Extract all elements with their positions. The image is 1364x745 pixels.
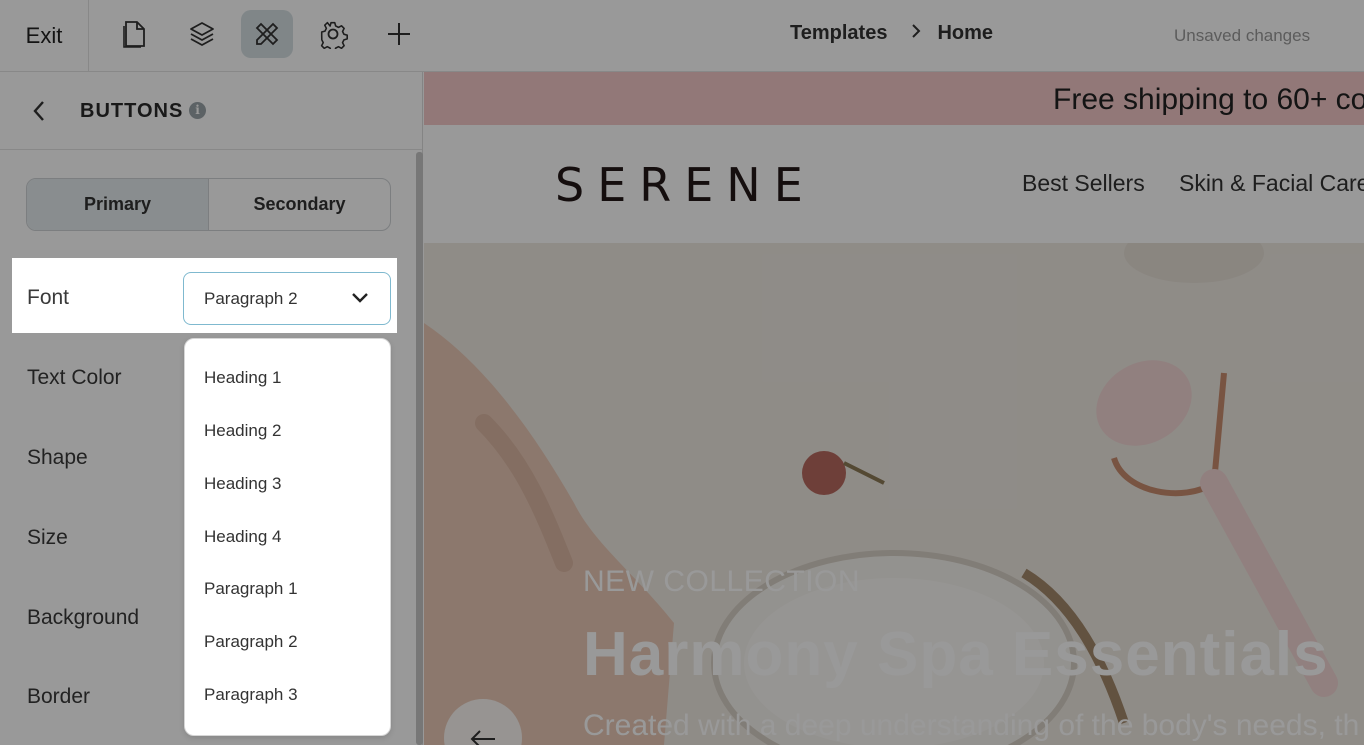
sidebar-header: BUTTONS i xyxy=(0,72,422,150)
chevron-right-icon xyxy=(911,22,921,45)
tab-primary[interactable]: Primary xyxy=(27,179,209,230)
font-option-paragraph-1[interactable]: Paragraph 1 xyxy=(185,565,390,615)
font-option-paragraph-3[interactable]: Paragraph 3 xyxy=(185,671,390,721)
font-option-heading-1[interactable]: Heading 1 xyxy=(185,354,390,404)
font-dropdown-menu: Heading 1 Heading 2 Heading 3 Heading 4 … xyxy=(184,338,391,736)
button-type-toggle: Primary Secondary xyxy=(26,178,391,231)
arrow-left-icon xyxy=(470,730,495,745)
background-label: Background xyxy=(27,606,140,629)
hero-title: Harmony Spa Essentials xyxy=(583,620,1329,689)
tab-secondary[interactable]: Secondary xyxy=(209,179,390,230)
save-status: Unsaved changes xyxy=(1174,26,1311,45)
exit-button[interactable]: Exit xyxy=(0,0,89,71)
layers-icon[interactable] xyxy=(176,10,228,58)
chevron-down-icon xyxy=(352,293,368,303)
text-color-label: Text Color xyxy=(27,366,122,389)
size-label: Size xyxy=(27,526,68,549)
plus-icon[interactable] xyxy=(373,10,425,58)
site-header: SERENE Best Sellers Skin & Facial Care xyxy=(424,125,1364,243)
back-chevron-icon[interactable] xyxy=(27,98,53,124)
font-select-value: Paragraph 2 xyxy=(204,289,298,308)
font-label: Font xyxy=(27,286,70,309)
scrollbar[interactable] xyxy=(416,152,423,745)
font-select[interactable]: Paragraph 2 xyxy=(183,272,391,325)
hero-eyebrow: NEW COLLECTION xyxy=(583,565,861,598)
font-option-heading-4[interactable]: Heading 4 xyxy=(185,513,390,563)
nav-link-skin-facial-care[interactable]: Skin & Facial Care xyxy=(1179,170,1364,197)
site-logo[interactable]: SERENE xyxy=(555,158,816,212)
pages-icon[interactable] xyxy=(109,10,161,58)
font-option-heading-2[interactable]: Heading 2 xyxy=(185,407,390,457)
breadcrumb: Templates Home xyxy=(790,22,993,45)
breadcrumb-templates[interactable]: Templates xyxy=(790,22,887,45)
announcement-banner: Free shipping to 60+ co xyxy=(424,72,1364,125)
breadcrumb-home: Home xyxy=(937,22,994,44)
gear-icon[interactable] xyxy=(307,10,359,58)
border-label: Border xyxy=(27,685,91,708)
info-icon[interactable]: i xyxy=(189,102,206,119)
shape-label: Shape xyxy=(27,446,88,469)
page-preview: Free shipping to 60+ co SERENE Best Sell… xyxy=(424,72,1364,745)
top-toolbar: Exit Templates Home Unsaved changes xyxy=(0,0,1364,72)
banner-text: Free shipping to 60+ co xyxy=(1053,83,1364,116)
panel-title: BUTTONS xyxy=(80,100,184,122)
hero-section: NEW COLLECTION Harmony Spa Essentials Cr… xyxy=(424,243,1364,745)
design-tools-icon[interactable] xyxy=(241,10,293,58)
font-option-heading-3[interactable]: Heading 3 xyxy=(185,460,390,510)
nav-link-best-sellers[interactable]: Best Sellers xyxy=(1022,170,1145,197)
hero-subtitle: Created with a deep understanding of the… xyxy=(583,709,1360,742)
font-option-paragraph-2[interactable]: Paragraph 2 xyxy=(185,618,390,668)
